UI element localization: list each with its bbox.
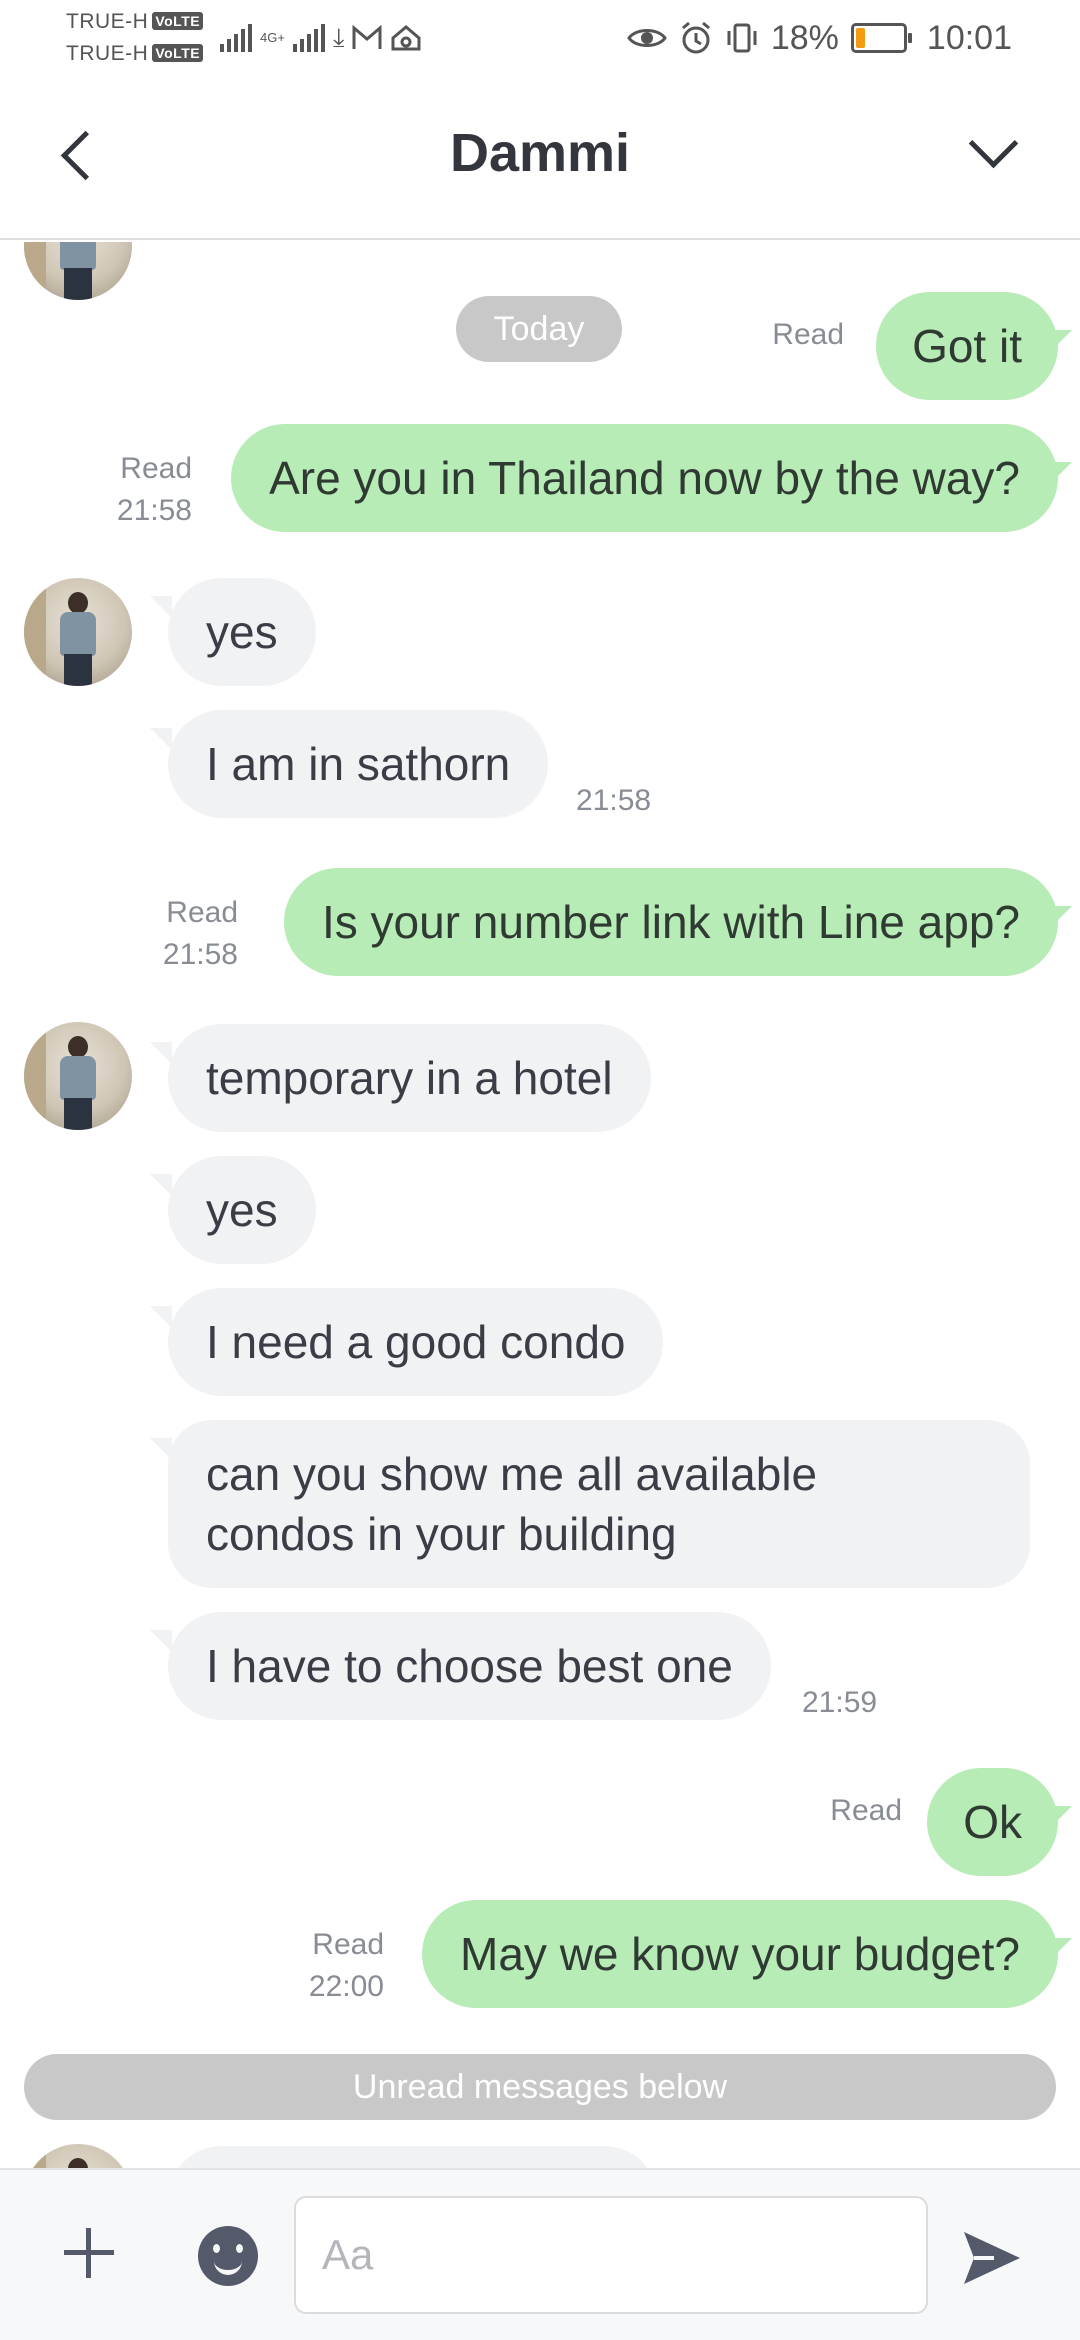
avatar[interactable]: [24, 242, 132, 300]
status-bar: TRUE-H VoLTE TRUE-H VoLTE 4G+ ⤓ 18% 10:01: [0, 0, 1080, 76]
volte-badge: VoLTE: [152, 44, 204, 62]
message-time: 21:58: [116, 494, 192, 527]
alarm-icon: [681, 21, 710, 54]
read-receipt: Read 21:58: [117, 448, 192, 532]
vibrate-icon: [727, 23, 757, 53]
carrier-1: TRUE-H VoLTE: [66, 10, 204, 34]
plus-icon[interactable]: [56, 2220, 120, 2284]
carrier-2-name: TRUE-H: [66, 42, 149, 65]
message-time: 21:58: [162, 938, 238, 971]
outgoing-message[interactable]: Is your number link with Line app?: [283, 868, 1058, 976]
battery-level: [855, 28, 865, 48]
bubble-tail: [150, 728, 172, 750]
status-icons-left: 4G+ ⤓: [220, 18, 422, 58]
incoming-message[interactable]: yes: [168, 578, 316, 686]
read-label: Read: [772, 318, 844, 351]
home-app-icon: [391, 25, 421, 51]
read-label: Read: [166, 896, 238, 929]
bubble-tail: [150, 1174, 172, 1196]
incoming-message[interactable]: can you show me all available condos in …: [168, 1420, 1030, 1588]
send-icon[interactable]: [960, 2226, 1024, 2290]
bubble-tail: [150, 1042, 172, 1064]
outgoing-message[interactable]: Got it: [876, 292, 1058, 400]
bubble-tail: [150, 1306, 172, 1328]
incoming-message[interactable]: I need a good condo: [168, 1288, 664, 1396]
read-label: Read: [830, 1794, 902, 1827]
incoming-message[interactable]: temporary in a hotel: [168, 1024, 651, 1132]
eye-icon: [627, 29, 667, 47]
avatar[interactable]: [24, 2144, 132, 2168]
read-label: Read: [312, 1928, 384, 1961]
incoming-message-partial[interactable]: [168, 2146, 658, 2168]
bubble-tail: [1050, 1806, 1072, 1828]
bubble-tail: [1050, 1938, 1072, 1960]
outgoing-message[interactable]: May we know your budget?: [422, 1900, 1058, 2008]
outgoing-message[interactable]: Ok: [927, 1768, 1058, 1876]
avatar[interactable]: [24, 578, 132, 686]
battery-percent: 18%: [770, 18, 839, 57]
message-time: 22:00: [308, 1970, 384, 2003]
bubble-tail: [150, 1630, 172, 1652]
battery-icon: [850, 23, 912, 53]
incoming-message[interactable]: yes: [168, 1156, 316, 1264]
carrier-1-name: TRUE-H: [66, 10, 149, 33]
date-divider: Today: [456, 296, 622, 362]
message-time: 21:59: [802, 1686, 878, 1719]
gmail-icon: [352, 25, 382, 49]
read-receipt: Read: [772, 314, 844, 356]
signal-icon: [220, 24, 252, 52]
bubble-tail: [1050, 462, 1072, 484]
read-label: Read: [120, 452, 192, 485]
network-type: 4G+: [260, 30, 285, 45]
read-receipt: Read 22:00: [309, 1924, 384, 2008]
unread-divider: Unread messages below: [24, 2054, 1056, 2120]
incoming-message[interactable]: I have to choose best one: [168, 1612, 771, 1720]
chevron-down-icon[interactable]: [958, 116, 1028, 186]
clock: 10:01: [926, 18, 1012, 57]
incoming-message[interactable]: I am in sathorn: [168, 710, 549, 818]
download-icon: ⤓: [332, 22, 345, 52]
status-icons-right: 18% 10:01: [627, 14, 1012, 62]
bubble-tail: [1050, 330, 1072, 352]
bubble-tail: [150, 596, 172, 618]
outgoing-message[interactable]: Are you in Thailand now by the way?: [231, 424, 1058, 532]
smiley-icon[interactable]: [198, 2226, 258, 2286]
message-list[interactable]: Today Read Got it Read 21:58 Are you in …: [0, 242, 1080, 2168]
avatar[interactable]: [24, 1022, 132, 1130]
message-time: 21:58: [576, 784, 652, 817]
signal-2-icon: [292, 24, 325, 52]
chat-header: Dammi: [0, 76, 1080, 240]
composer-bar: [0, 2168, 1080, 2340]
message-input[interactable]: [294, 2196, 928, 2314]
bubble-tail: [1050, 906, 1072, 928]
chat-title: Dammi: [449, 123, 631, 183]
carrier-2: TRUE-H VoLTE: [66, 42, 204, 66]
volte-badge: VoLTE: [152, 12, 204, 30]
read-receipt: Read: [830, 1790, 902, 1832]
read-receipt: Read 21:58: [163, 892, 238, 976]
